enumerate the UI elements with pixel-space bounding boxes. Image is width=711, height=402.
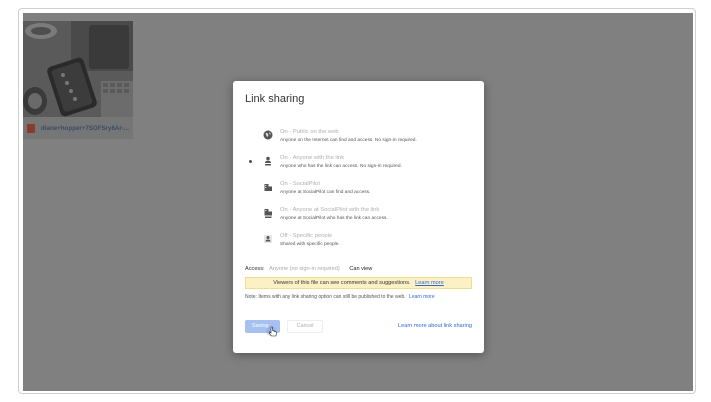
option-description: Anyone who has the link can access. No s… — [280, 164, 402, 169]
option-socialpilot[interactable]: On - SocialPilot Anyone at SocialPilot c… — [233, 178, 484, 204]
image-file-icon — [27, 123, 35, 133]
banner-learn-more-link[interactable]: Learn more — [415, 280, 444, 286]
option-public-web[interactable]: On - Public on the web Anyone on the Int… — [233, 126, 484, 152]
access-value: Anyone (no sign-in required) — [269, 266, 340, 272]
publish-note: Note: Items with any link sharing option… — [245, 294, 435, 300]
note-text: Note: Items with any link sharing option… — [245, 294, 406, 300]
access-label: Access: — [245, 266, 265, 272]
file-name[interactable]: diane+hopper+7SOFSry6Ar-... — [41, 125, 133, 132]
person-link-icon — [265, 156, 271, 166]
option-title: On - Public on the web — [280, 129, 339, 135]
building-icon — [264, 184, 272, 191]
option-socialpilot-with-link[interactable]: On - Anyone at SocialPilot with the link… — [233, 204, 484, 230]
access-row: Access: Anyone (no sign-in required) Can… — [245, 266, 372, 272]
option-title: On - Anyone at SocialPilot with the link — [280, 207, 380, 213]
option-specific-people[interactable]: Off - Specific people Shared with specif… — [233, 230, 484, 256]
cancel-button[interactable]: Cancel — [287, 320, 323, 333]
thumbnail-photo — [23, 21, 133, 117]
dialog-title: Link sharing — [245, 93, 305, 105]
option-title: On - Anyone with the link — [280, 155, 345, 161]
option-title: Off - Specific people — [280, 233, 333, 239]
learn-more-link-sharing[interactable]: Learn more about link sharing — [398, 323, 472, 329]
selected-indicator — [249, 160, 252, 163]
building-link-icon — [264, 209, 272, 218]
option-description: Shared with specific people. — [280, 242, 340, 247]
person-lock-icon — [264, 235, 272, 243]
file-thumbnail-tile[interactable]: diane+hopper+7SOFSry6Ar-... — [23, 21, 133, 139]
link-sharing-dialog: Link sharing On - Public on the web Anyo… — [233, 81, 484, 353]
option-description: Anyone on the Internet can find and acce… — [280, 138, 417, 143]
option-title: On - SocialPilot — [280, 181, 320, 187]
option-description: Anyone at SocialPilot can find and acces… — [280, 190, 371, 195]
thumbnail-footer: diane+hopper+7SOFSry6Ar-... — [23, 117, 133, 139]
note-learn-more-link[interactable]: Learn more — [409, 294, 435, 300]
option-description: Anyone at SocialPilot who has the link c… — [280, 216, 388, 221]
globe-icon — [263, 130, 273, 140]
option-anyone-with-link[interactable]: On - Anyone with the link Anyone who has… — [233, 152, 484, 178]
hand-cursor-icon — [266, 326, 277, 337]
thumbnail-image — [23, 21, 133, 117]
comments-info-banner: Viewers of this file can see comments an… — [245, 277, 472, 289]
banner-text: Viewers of this file can see comments an… — [273, 280, 411, 286]
permission-dropdown[interactable]: Can view — [349, 266, 372, 272]
